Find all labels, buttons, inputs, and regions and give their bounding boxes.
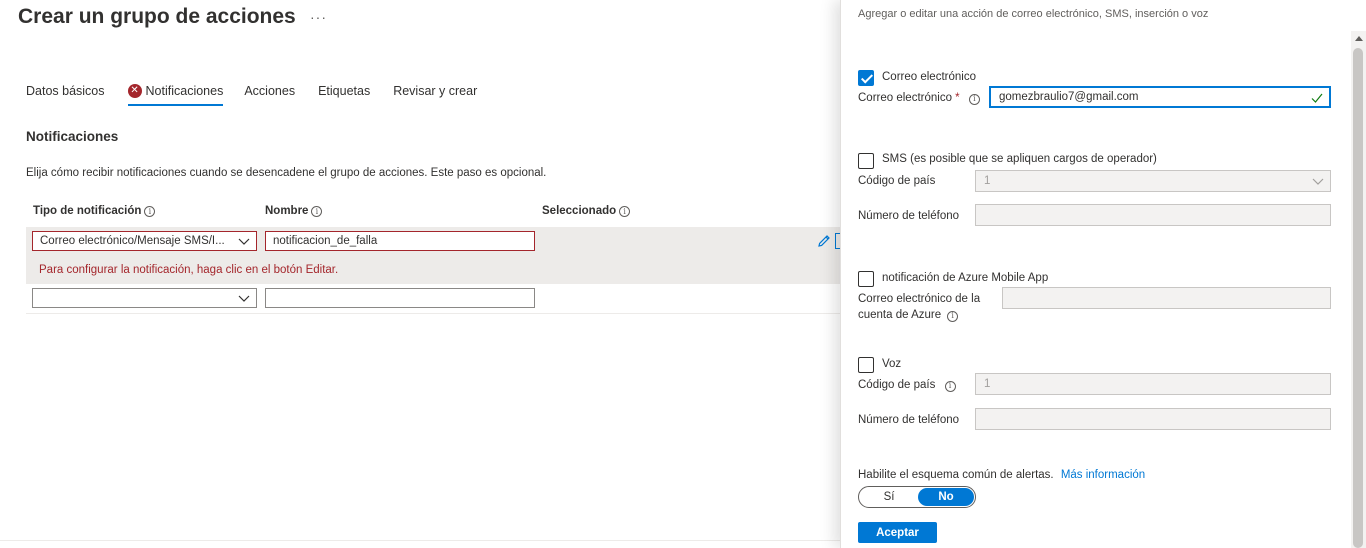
voice-checkbox-label: Voz bbox=[882, 358, 902, 370]
push-account-label: Correo electrónico de la cuenta de Azure… bbox=[858, 291, 980, 323]
info-icon[interactable]: i bbox=[619, 205, 631, 217]
voice-country-label: Código de país i bbox=[858, 377, 956, 393]
tab-bar: Datos básicos ✕ Notificaciones Acciones … bbox=[26, 80, 477, 106]
common-schema-label: Habilite el esquema común de alertas. Má… bbox=[858, 467, 1145, 483]
email-checkbox-label: Correo electrónico bbox=[882, 71, 976, 83]
panel-subtitle: Agregar o editar una acción de correo el… bbox=[858, 8, 1209, 20]
email-field[interactable]: gomezbraulio7@gmail.com bbox=[989, 86, 1331, 108]
label-text: Habilite el esquema común de alertas. bbox=[858, 469, 1054, 481]
voice-checkbox[interactable] bbox=[858, 357, 874, 373]
voice-phone-label: Número de teléfono bbox=[858, 414, 960, 426]
column-header-label: Nombre bbox=[265, 205, 309, 217]
section-description: Elija cómo recibir notificaciones cuando… bbox=[26, 167, 547, 179]
info-icon[interactable]: i bbox=[311, 205, 323, 217]
sms-checkbox-label: SMS (es posible que se apliquen cargos d… bbox=[882, 153, 1157, 165]
select-value: Correo electrónico/Mensaje SMS/I... bbox=[40, 235, 225, 247]
select-value: 1 bbox=[984, 175, 991, 187]
push-checkbox[interactable] bbox=[858, 271, 874, 287]
email-checkbox[interactable] bbox=[858, 70, 874, 86]
learn-more-link[interactable]: Más información bbox=[1061, 469, 1145, 481]
checkmark-icon bbox=[1311, 93, 1323, 103]
tab-label: Notificaciones bbox=[145, 84, 224, 98]
notification-type-select[interactable]: Correo electrónico/Mensaje SMS/I... bbox=[32, 231, 257, 251]
required-mark: * bbox=[955, 92, 960, 104]
label-line: Correo electrónico de la bbox=[858, 293, 981, 305]
sms-country-select[interactable]: 1 bbox=[975, 170, 1331, 192]
tab-etiquetas[interactable]: Etiquetas bbox=[318, 80, 370, 102]
footer-divider bbox=[0, 540, 840, 541]
info-icon[interactable]: i bbox=[944, 380, 956, 392]
section-title: Notificaciones bbox=[26, 129, 119, 144]
info-icon[interactable]: i bbox=[947, 310, 959, 322]
push-account-input[interactable] bbox=[1002, 287, 1331, 309]
notification-name-input[interactable]: notificacion_de_falla bbox=[265, 231, 535, 251]
toggle-option-no[interactable]: No bbox=[918, 488, 974, 506]
label-line-2: cuenta de Azure i bbox=[858, 307, 980, 323]
tab-revisar-y-crear[interactable]: Revisar y crear bbox=[393, 80, 477, 102]
column-header-type: Tipo de notificación i bbox=[33, 205, 156, 217]
scrollbar-thumb[interactable] bbox=[1353, 48, 1363, 548]
tab-label: Etiquetas bbox=[318, 84, 371, 98]
info-icon[interactable]: i bbox=[968, 93, 980, 105]
tab-label: Acciones bbox=[244, 84, 296, 98]
sms-country-label: Código de país bbox=[858, 175, 936, 187]
column-header-selected: Seleccionado i bbox=[542, 205, 631, 217]
row-divider bbox=[26, 313, 840, 314]
tab-label: Revisar y crear bbox=[393, 84, 478, 98]
email-field-label: Correo electrónico * i bbox=[858, 90, 980, 106]
tab-notificaciones[interactable]: ✕ Notificaciones bbox=[127, 80, 224, 106]
notification-name-input-empty[interactable] bbox=[265, 288, 535, 308]
sms-checkbox[interactable] bbox=[858, 153, 874, 169]
row-error-message: Para configurar la notificación, haga cl… bbox=[39, 264, 339, 276]
sms-phone-input[interactable] bbox=[975, 204, 1331, 226]
push-checkbox-label: notificación de Azure Mobile App bbox=[882, 272, 1049, 284]
label-text: cuenta de Azure bbox=[858, 309, 942, 321]
notification-type-select-empty[interactable] bbox=[32, 288, 257, 308]
chevron-down-icon bbox=[238, 238, 250, 245]
accept-button[interactable]: Aceptar bbox=[858, 522, 937, 543]
page-title: Crear un grupo de acciones bbox=[18, 5, 296, 28]
label-text: Correo electrónico bbox=[858, 92, 952, 104]
scroll-up-arrow-icon[interactable] bbox=[1355, 36, 1363, 41]
input-value: notificacion_de_falla bbox=[273, 235, 378, 247]
input-value: gomezbraulio7@gmail.com bbox=[999, 91, 1139, 103]
error-icon: ✕ bbox=[127, 84, 142, 98]
more-options-button[interactable]: ··· bbox=[310, 9, 327, 25]
common-schema-toggle[interactable]: Sí No bbox=[858, 486, 976, 508]
tab-label: Datos básicos bbox=[26, 84, 105, 98]
toggle-option-yes[interactable]: Sí bbox=[861, 488, 917, 506]
chevron-down-icon bbox=[238, 295, 250, 302]
voice-phone-input[interactable] bbox=[975, 408, 1331, 430]
voice-country-input[interactable]: 1 bbox=[975, 373, 1331, 395]
info-icon[interactable]: i bbox=[144, 205, 156, 217]
pencil-icon[interactable] bbox=[816, 233, 832, 249]
tab-acciones[interactable]: Acciones bbox=[244, 80, 295, 102]
column-header-label: Tipo de notificación bbox=[33, 205, 142, 217]
tab-datos-basicos[interactable]: Datos básicos bbox=[26, 80, 105, 102]
label-text: Código de país bbox=[858, 379, 936, 391]
column-header-label: Seleccionado bbox=[542, 205, 617, 217]
input-value: 1 bbox=[984, 378, 991, 390]
sms-phone-label: Número de teléfono bbox=[858, 210, 960, 222]
column-header-name: Nombre i bbox=[265, 205, 323, 217]
chevron-down-icon bbox=[1312, 178, 1324, 185]
